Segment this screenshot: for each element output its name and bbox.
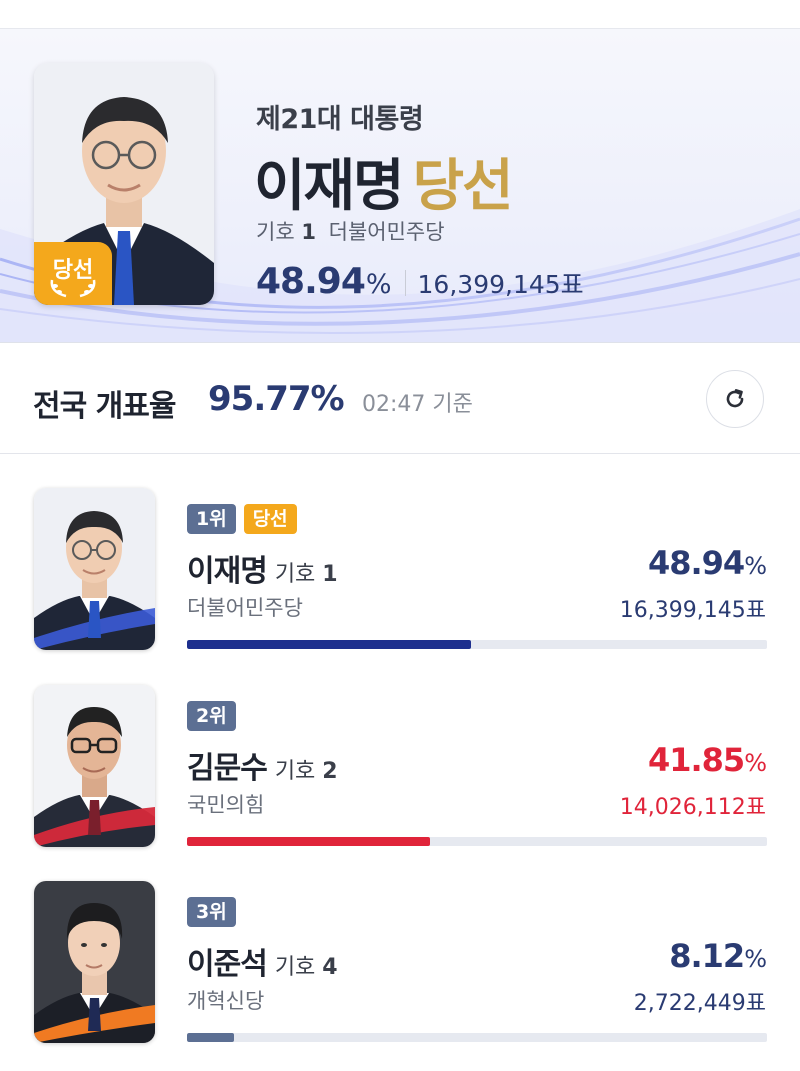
winner-percent-unit: % <box>365 269 392 300</box>
candidate-number: 기호 4 <box>275 955 338 980</box>
candidate-name: 이재명 <box>187 554 268 589</box>
candidate-tags: 3위 <box>187 897 236 927</box>
candidate-photo <box>34 685 155 847</box>
candidate-name-line: 이재명 기호 1 <box>187 546 338 590</box>
candidate-name-line: 이준석 기호 4 <box>187 939 338 983</box>
count-rate-value: 95.77% <box>208 379 345 419</box>
candidate-percent-unit: % <box>744 552 767 580</box>
candidate-name-line: 김문수 기호 2 <box>187 743 338 787</box>
candidate-number: 기호 1 <box>275 562 338 587</box>
vote-share-fill <box>187 837 430 846</box>
candidate-row[interactable]: 3위 이준석 기호 4 개혁신당 8.12% 2,722,449표 <box>0 881 800 1071</box>
winner-stats: 48.94% 16,399,145표 <box>256 261 584 302</box>
election-title: 제21대 대통령 <box>256 104 424 135</box>
candidate-tags: 1위 당선 <box>187 504 297 534</box>
refresh-icon <box>726 389 744 408</box>
candidate-name: 이준석 <box>187 947 268 982</box>
candidate-votes: 14,026,112표 <box>619 795 766 820</box>
winner-party: 더불어민주당 <box>328 220 445 244</box>
vote-share-fill <box>187 1033 235 1042</box>
candidate-percent: 48.94% <box>647 544 767 582</box>
top-bar <box>0 0 800 29</box>
winner-badge: 당선 <box>34 242 112 305</box>
candidate-number-label: 기호 <box>274 955 316 980</box>
candidate-number-value: 4 <box>322 955 338 980</box>
candidate-percent: 8.12% <box>669 937 767 975</box>
candidate-photo <box>34 881 155 1043</box>
winner-party-line: 기호 1 더불어민주당 <box>256 216 445 246</box>
count-rate-time: 02:47 기준 <box>362 392 473 417</box>
winner-number-label: 기호 <box>256 220 295 244</box>
candidate-number: 기호 2 <box>275 759 338 784</box>
winner-percent: 48.94% <box>256 261 392 302</box>
candidate-name: 김문수 <box>187 751 268 786</box>
candidate-percent-value: 41.85 <box>647 741 745 779</box>
rank-badge: 3위 <box>187 897 236 927</box>
candidate-row[interactable]: 2위 김문수 기호 2 국민의힘 41.85% 14,026,112표 <box>0 685 800 875</box>
candidate-percent-value: 48.94 <box>647 544 745 582</box>
count-rate-label: 전국 개표율 <box>33 389 176 424</box>
winner-number: 1 <box>301 220 316 244</box>
winner-tag: 당선 <box>243 504 297 534</box>
stats-divider <box>404 270 406 296</box>
vote-share-bar <box>187 640 767 649</box>
refresh-button[interactable] <box>706 370 764 428</box>
winner-headline: 이재명 당선 <box>254 141 514 222</box>
candidate-number-value: 2 <box>322 759 338 784</box>
candidate-party: 국민의힘 <box>187 793 265 817</box>
rank-badge: 1위 <box>187 504 236 534</box>
winner-name: 이재명 <box>254 154 405 219</box>
candidate-votes: 16,399,145표 <box>619 598 766 623</box>
laurel-icon <box>50 279 96 298</box>
rank-badge: 2위 <box>187 701 236 731</box>
candidate-number-label: 기호 <box>274 759 316 784</box>
candidate-percent: 41.85% <box>647 741 767 779</box>
candidate-party: 더불어민주당 <box>187 596 303 620</box>
vote-share-bar <box>187 837 767 846</box>
candidate-row[interactable]: 1위 당선 이재명 기호 1 더불어민주당 48.94% 16,399,145표 <box>0 488 800 678</box>
candidate-tags: 2위 <box>187 701 236 731</box>
candidate-photo <box>34 488 155 650</box>
candidate-votes: 2,722,449표 <box>633 991 766 1016</box>
count-rate-bar: 전국 개표율 95.77% 02:47 기준 <box>0 343 800 454</box>
winner-banner: 당선 제21대 대통령 이재명 당선 기호 1 더불어민주당 48.94% 16,3… <box>0 29 800 343</box>
candidate-percent-unit: % <box>744 945 767 973</box>
candidate-number-label: 기호 <box>274 562 316 587</box>
candidate-number-value: 1 <box>322 562 338 587</box>
vote-share-fill <box>187 640 471 649</box>
winner-votes: 16,399,145표 <box>417 270 584 299</box>
winner-result: 당선 <box>412 154 514 219</box>
vote-share-bar <box>187 1033 767 1042</box>
winner-percent-value: 48.94 <box>256 261 366 302</box>
candidate-percent-value: 8.12 <box>669 937 745 975</box>
candidate-percent-unit: % <box>744 749 767 777</box>
candidate-party: 개혁신당 <box>187 989 265 1013</box>
